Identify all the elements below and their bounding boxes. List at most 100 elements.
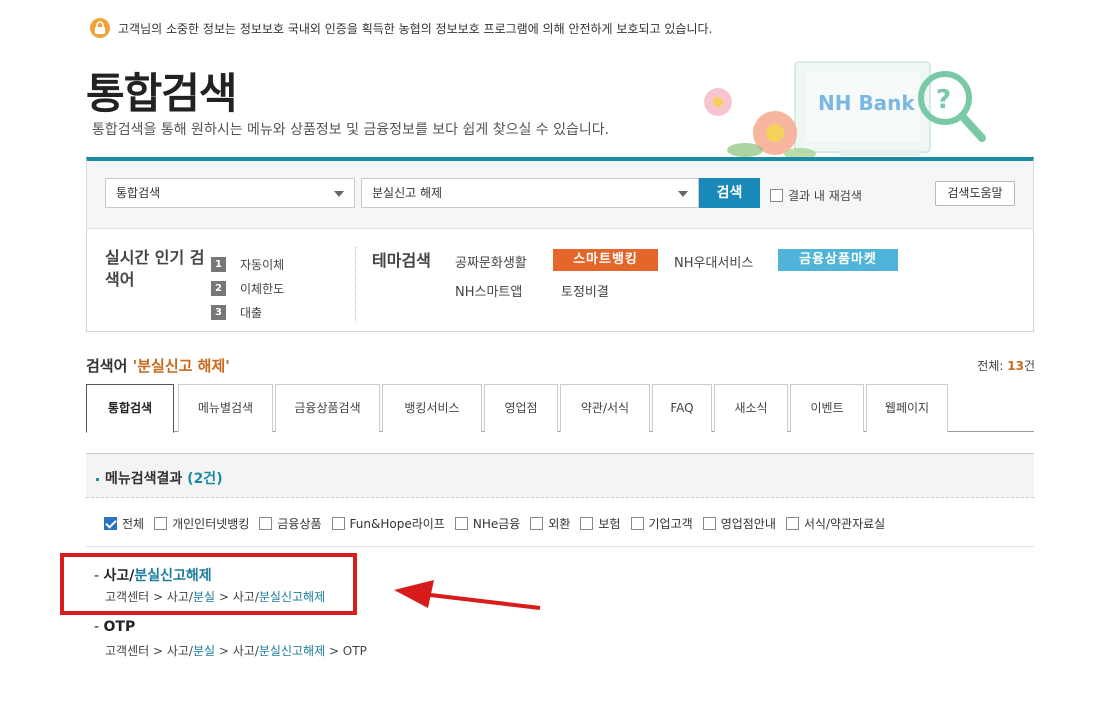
menu-result-section: 메뉴검색결과 (2건): [86, 453, 1034, 498]
search-category-value: 통합검색: [116, 186, 161, 200]
result-total-count: 13: [1007, 359, 1024, 373]
checkbox-icon[interactable]: [259, 517, 273, 530]
search-category-select[interactable]: 통합검색: [105, 178, 355, 208]
path-segment: > 사고/: [215, 644, 259, 658]
filter-nhe-finance[interactable]: NHe금융: [454, 515, 521, 532]
filter-personal-internet-banking[interactable]: 개인인터넷뱅킹: [154, 515, 249, 532]
rank-badge: 3: [211, 304, 226, 320]
filter-label: 금융상품: [277, 517, 322, 531]
filter-all[interactable]: 전체: [104, 515, 144, 532]
filter-label: 외환: [548, 517, 571, 531]
result-total-suffix: 건: [1023, 359, 1035, 373]
filter-label: 보험: [598, 517, 621, 531]
hero-brand: NH Bank: [818, 91, 915, 115]
path-segment: > OTP: [325, 644, 367, 658]
filter-branch-info[interactable]: 영업점안내: [702, 515, 776, 532]
hero-illustration: NH Bank ?: [704, 61, 986, 160]
popular-keywords-list: 1 자동이체 2 이체한도 3 대출: [211, 252, 284, 324]
filter-financial-products[interactable]: 금융상품: [259, 515, 322, 532]
result-item-title[interactable]: - OTP: [94, 619, 135, 635]
security-notice: 고객님의 소중한 정보는 정보보호 국내외 인증을 획득한 농협의 정보보호 프…: [90, 18, 712, 38]
popular-keyword-label[interactable]: 이체한도: [240, 280, 284, 297]
popular-keyword-label[interactable]: 자동이체: [240, 256, 284, 273]
result-total: 전체: 13건: [977, 357, 1035, 374]
annotation-highlight-box: [60, 553, 357, 615]
menu-result-count-close: ): [216, 471, 223, 487]
result-dash: -: [94, 619, 104, 635]
checkbox-icon[interactable]: [530, 517, 544, 530]
page-subtitle: 통합검색을 통해 원하시는 메뉴와 상품정보 및 금융정보를 보다 쉽게 찾으실…: [92, 122, 610, 138]
checkbox-icon[interactable]: [785, 517, 799, 530]
tab-events[interactable]: 이벤트: [790, 384, 864, 432]
filter-label: 기업고객: [648, 517, 693, 531]
search-input[interactable]: 분실신고 해제: [361, 178, 699, 208]
filter-label: Fun&Hope라이프: [349, 517, 445, 531]
search-help-button[interactable]: 검색도움말: [935, 181, 1015, 206]
theme-search-title: 테마검색: [372, 251, 431, 270]
menu-result-title-text: 메뉴검색결과: [105, 471, 183, 487]
rank-badge: 2: [211, 280, 226, 296]
menu-result-count-value: 2건: [193, 471, 217, 487]
filter-forms-terms[interactable]: 서식/약관자료실: [785, 515, 886, 532]
popular-keyword-item[interactable]: 3 대출: [211, 300, 284, 324]
tab-menu[interactable]: 메뉴별검색: [178, 384, 273, 432]
search-button[interactable]: 검색: [699, 178, 760, 208]
bullet-icon: [96, 477, 99, 481]
annotation-arrow-icon: [394, 580, 541, 610]
theme-item-smartbanking[interactable]: 스마트뱅킹: [553, 249, 658, 271]
checkbox-icon[interactable]: [331, 517, 345, 530]
path-segment: 분실: [192, 644, 216, 658]
filter-foreign-exchange[interactable]: 외환: [530, 515, 570, 532]
checkbox-icon[interactable]: [770, 189, 783, 202]
lock-icon: [90, 18, 110, 38]
checkbox-icon[interactable]: [454, 517, 468, 530]
theme-item-nh-benefit[interactable]: NH우대서비스: [674, 252, 753, 271]
result-item-path: 고객센터 > 사고/분실 > 사고/분실신고해제 > OTP: [105, 642, 367, 659]
popular-keyword-item[interactable]: 1 자동이체: [211, 252, 284, 276]
theme-item-product-market[interactable]: 금융상품마켓: [778, 249, 898, 271]
result-title-a[interactable]: OTP: [104, 619, 136, 635]
tab-financial-products[interactable]: 금융상품검색: [275, 384, 380, 432]
notice-text: 고객님의 소중한 정보는 정보보호 국내외 인증을 획득한 농협의 정보보호 프…: [118, 21, 713, 36]
chevron-down-icon: [334, 191, 344, 197]
filter-label: 영업점안내: [720, 517, 776, 531]
rescan-checkbox[interactable]: 결과 내 재검색: [770, 187, 862, 204]
tab-webpage[interactable]: 웹페이지: [866, 384, 948, 432]
theme-item-culture[interactable]: 공짜문화생활: [455, 252, 527, 271]
search-panel: 통합검색 분실신고 해제 검색 결과 내 재검색 검색도움말 실시간 인기 검색…: [86, 157, 1034, 332]
search-input-value: 분실신고 해제: [372, 186, 443, 200]
filter-divider: [86, 546, 1034, 547]
tab-banking-service[interactable]: 뱅킹서비스: [382, 384, 482, 432]
tab-integrated[interactable]: 통합검색: [86, 384, 174, 433]
filter-label: 서식/약관자료실: [803, 517, 886, 531]
checkbox-icon[interactable]: [580, 517, 594, 530]
path-segment: 고객센터 > 사고/: [105, 644, 193, 658]
tab-terms-forms[interactable]: 약관/서식: [560, 384, 650, 432]
checkbox-checked-icon[interactable]: [104, 517, 117, 530]
filter-fun-hope-life[interactable]: Fun&Hope라이프: [331, 515, 445, 532]
filter-insurance[interactable]: 보험: [580, 515, 621, 532]
rank-badge: 1: [211, 256, 226, 272]
filter-label: NHe금융: [472, 517, 521, 531]
search-row: 통합검색 분실신고 해제 검색 결과 내 재검색 검색도움말: [87, 161, 1033, 229]
popular-keyword-item[interactable]: 2 이체한도: [211, 276, 284, 300]
theme-item-tojeong[interactable]: 토정비결: [561, 281, 609, 300]
checkbox-icon[interactable]: [630, 517, 644, 530]
popular-keyword-label[interactable]: 대출: [240, 304, 262, 321]
svg-text:?: ?: [936, 85, 951, 115]
checkbox-icon[interactable]: [154, 517, 168, 530]
tab-faq[interactable]: FAQ: [652, 384, 712, 432]
theme-item-nh-smart-app[interactable]: NH스마트앱: [455, 281, 522, 300]
tab-news[interactable]: 새소식: [714, 384, 788, 432]
filter-corporate[interactable]: 기업고객: [630, 515, 693, 532]
page-title: 통합검색: [86, 69, 238, 118]
result-heading: 검색어 '분실신고 해제': [86, 355, 230, 376]
chevron-down-icon: [678, 191, 688, 197]
result-keyword: '분실신고 해제': [132, 357, 230, 375]
filter-label: 개인인터넷뱅킹: [172, 517, 250, 531]
menu-filters: 전체 개인인터넷뱅킹 금융상품 Fun&Hope라이프 NHe금융 외환 보험 …: [104, 515, 895, 532]
tab-branch[interactable]: 영업점: [484, 384, 558, 432]
section-divider: [355, 247, 356, 322]
checkbox-icon[interactable]: [702, 517, 716, 530]
result-heading-prefix: 검색어: [86, 357, 128, 375]
